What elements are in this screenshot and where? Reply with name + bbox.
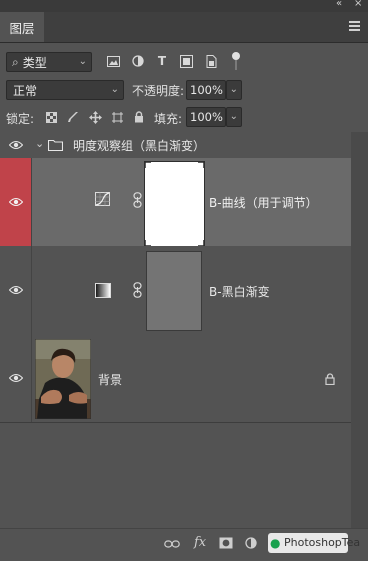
layer-style-fx-button[interactable]: fx bbox=[194, 535, 206, 550]
chevron-down-icon: ⌄ bbox=[78, 56, 87, 67]
mask-link-icon[interactable] bbox=[133, 192, 142, 208]
layer-group-row[interactable]: ⌄ 明度观察组（黑白渐变） bbox=[0, 132, 351, 159]
blend-mode-select[interactable]: 正常 ⌄ bbox=[6, 80, 124, 100]
visibility-eye-icon[interactable] bbox=[9, 140, 23, 150]
visibility-eye-icon[interactable] bbox=[9, 285, 23, 295]
curves-adjustment-icon bbox=[95, 192, 110, 206]
opacity-value: 100% bbox=[190, 83, 223, 97]
chevron-down-icon: ⌄ bbox=[229, 111, 238, 122]
layer-name[interactable]: B-曲线（用于调节） bbox=[209, 194, 318, 211]
type-filter-icon[interactable]: T bbox=[155, 54, 169, 68]
watermark-text: PhotoshopTea bbox=[284, 536, 361, 549]
tab-layers[interactable]: 图层 bbox=[0, 12, 44, 42]
chevron-down-icon: ⌄ bbox=[229, 84, 238, 95]
search-icon: ⌕ bbox=[12, 54, 19, 69]
link-layers-icon[interactable] bbox=[164, 539, 180, 549]
layer-visibility-cell[interactable] bbox=[0, 158, 32, 246]
layer-visibility-cell[interactable] bbox=[0, 246, 32, 334]
background-photo-thumbnail[interactable] bbox=[35, 339, 91, 419]
filter-toggle[interactable] bbox=[232, 52, 240, 72]
layer-name[interactable]: 明度观察组（黑白渐变） bbox=[73, 137, 205, 154]
lock-position-icon[interactable] bbox=[88, 110, 102, 124]
fill-value: 100% bbox=[190, 110, 223, 124]
fill-field[interactable]: 100% bbox=[186, 107, 226, 127]
layer-row-background[interactable]: 背景 bbox=[0, 334, 351, 423]
lock-all-icon[interactable] bbox=[132, 110, 146, 124]
group-expand-chevron-icon[interactable]: ⌄ bbox=[35, 137, 44, 150]
lock-label: 锁定: bbox=[6, 112, 35, 126]
lock-image-pixels-icon[interactable] bbox=[66, 110, 80, 124]
filter-row: ⌕ 类型 ⌄ T bbox=[0, 46, 368, 74]
layer-name[interactable]: B-黑白渐变 bbox=[209, 283, 270, 300]
layer-mask-thumbnail[interactable] bbox=[146, 251, 202, 331]
smart-object-filter-icon[interactable] bbox=[204, 54, 218, 68]
layers-bottom-toolbar: fx ● PhotoshopTea bbox=[0, 528, 368, 561]
panel-tab-bar: 图层 bbox=[0, 12, 368, 43]
lock-transparent-pixels-icon[interactable] bbox=[44, 110, 58, 124]
gradient-map-adjustment-icon bbox=[95, 283, 111, 298]
fill-dropdown-button[interactable]: ⌄ bbox=[226, 107, 242, 127]
opacity-label: 不透明度: bbox=[132, 84, 185, 98]
layer-mask-thumbnail[interactable] bbox=[145, 162, 204, 246]
visibility-eye-icon[interactable] bbox=[9, 197, 23, 207]
opacity-dropdown-button[interactable]: ⌄ bbox=[226, 80, 242, 100]
filter-kind-select[interactable]: ⌕ 类型 ⌄ bbox=[6, 52, 92, 72]
layer-row-curves[interactable]: B-曲线（用于调节） bbox=[0, 158, 351, 247]
chevron-down-icon: ⌄ bbox=[110, 84, 119, 95]
image-filter-icon[interactable] bbox=[106, 54, 120, 68]
folder-icon bbox=[48, 139, 63, 151]
opacity-field[interactable]: 100% bbox=[186, 80, 226, 100]
panel-top-strip: « × bbox=[0, 0, 368, 12]
visibility-eye-icon[interactable] bbox=[9, 373, 23, 383]
shape-filter-icon[interactable] bbox=[179, 54, 193, 68]
layer-row-gradient[interactable]: B-黑白渐变 bbox=[0, 246, 351, 335]
filter-kind-label: 类型 bbox=[22, 55, 47, 70]
blend-mode-value: 正常 bbox=[13, 83, 38, 98]
close-panel-button[interactable]: × bbox=[354, 0, 362, 9]
new-adjustment-layer-icon[interactable] bbox=[245, 537, 257, 549]
layer-name[interactable]: 背景 bbox=[98, 371, 122, 388]
layer-visibility-cell[interactable] bbox=[0, 334, 32, 422]
panel-menu-icon[interactable] bbox=[349, 21, 360, 31]
collapse-panel-button[interactable]: « bbox=[336, 0, 342, 9]
wechat-icon: ● bbox=[270, 536, 281, 550]
mask-link-icon[interactable] bbox=[133, 282, 142, 298]
layers-scrollbar[interactable] bbox=[351, 132, 368, 530]
fill-label: 填充: bbox=[154, 112, 183, 126]
lock-artboard-icon[interactable] bbox=[110, 110, 124, 124]
lock-icon bbox=[325, 373, 335, 385]
add-layer-mask-icon[interactable] bbox=[219, 537, 233, 549]
adjustment-filter-icon[interactable] bbox=[131, 54, 145, 68]
